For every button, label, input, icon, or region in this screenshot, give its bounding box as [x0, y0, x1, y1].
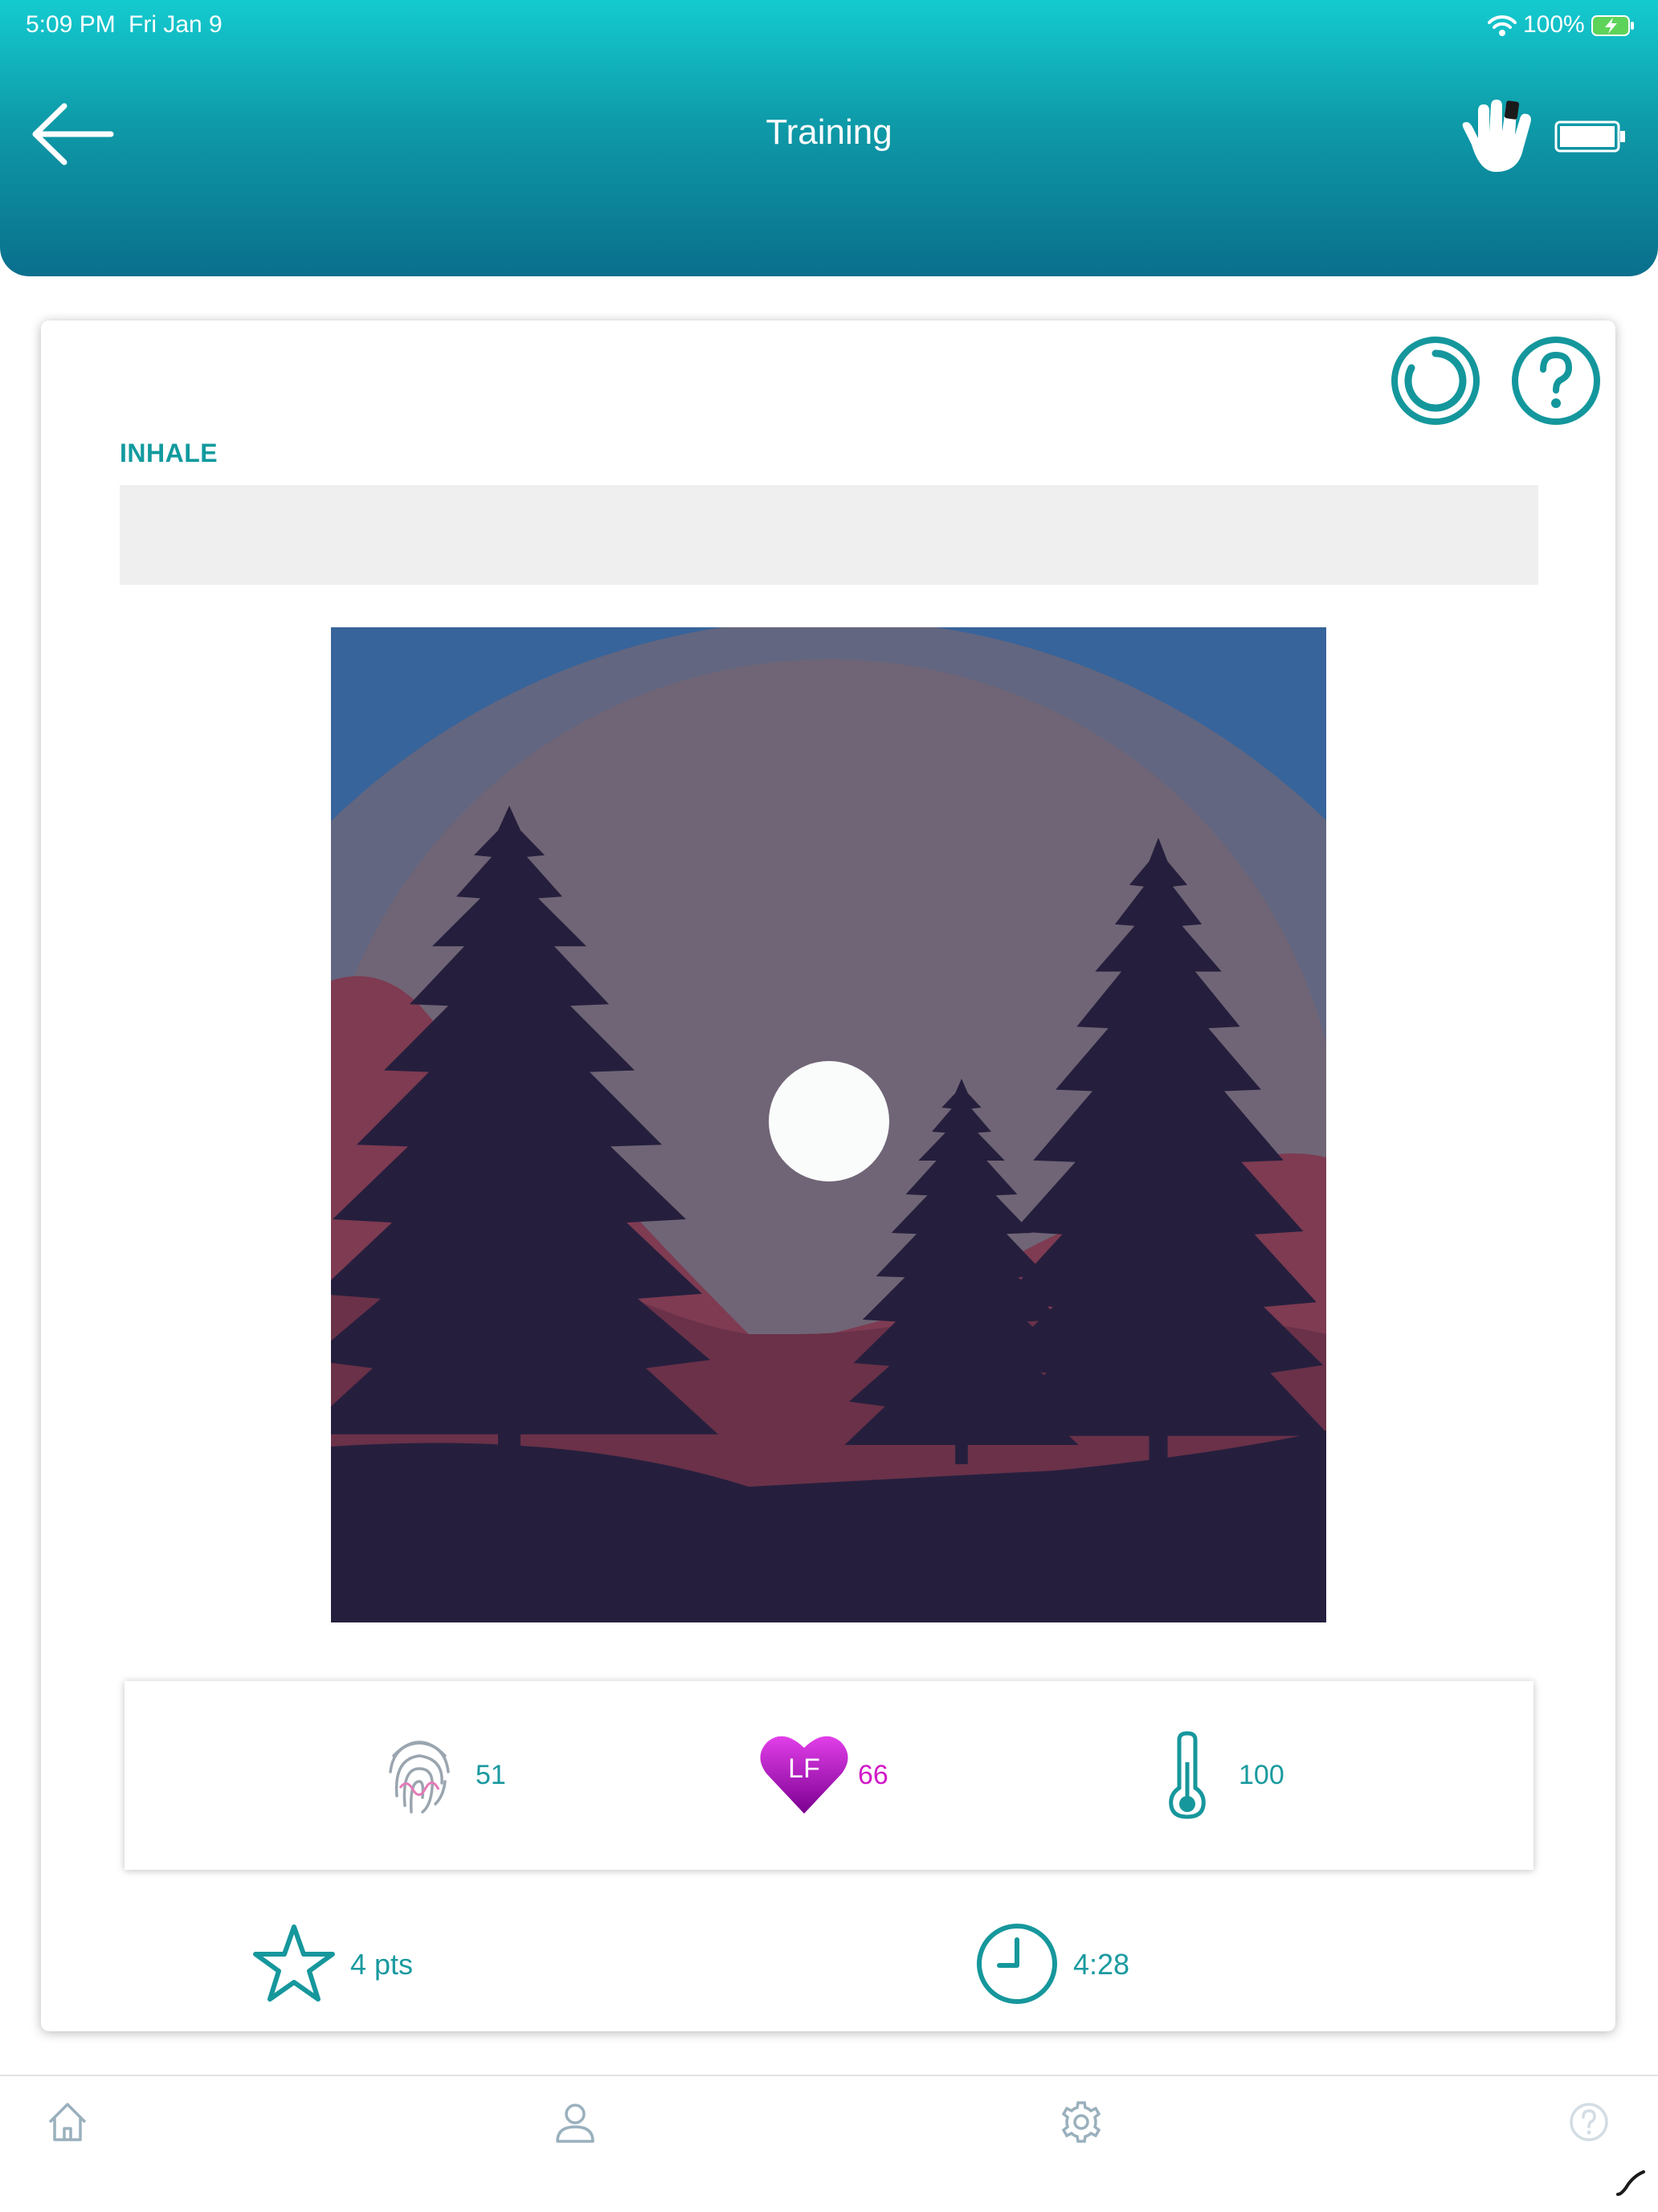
breathing-scene-illustration	[331, 627, 1326, 1622]
app-header: 5:09 PM Fri Jan 9 100% Training	[0, 0, 1658, 276]
status-time: 5:09 PM	[26, 11, 116, 38]
battery-charging-icon	[1591, 15, 1634, 36]
status-date: Fri Jan 9	[129, 11, 223, 38]
reset-icon[interactable]	[1391, 336, 1480, 426]
elapsed-time-value: 4:28	[1073, 1948, 1130, 1981]
breathing-progress-track	[120, 485, 1538, 585]
clock-icon	[977, 1924, 1057, 2004]
star-icon	[253, 1924, 335, 2002]
help-tab-icon[interactable]	[1566, 2100, 1611, 2145]
heart-icon: LF	[760, 1736, 848, 1814]
help-icon[interactable]	[1511, 336, 1601, 426]
status-battery-percent: 100%	[1523, 11, 1585, 38]
fingerprint-icon	[389, 1741, 450, 1814]
device-battery-icon	[1554, 120, 1625, 153]
points-value: 4 pts	[350, 1948, 414, 1981]
hand-sensor-icon[interactable]	[1456, 100, 1536, 177]
page-title: Training	[766, 112, 892, 152]
hrv-value: 51	[476, 1760, 506, 1790]
thermometer-icon	[1169, 1731, 1206, 1819]
tab-bar	[0, 2075, 1658, 2212]
settings-gear-icon[interactable]	[1059, 2100, 1104, 2145]
home-icon[interactable]	[45, 2100, 90, 2145]
temperature-value: 100	[1239, 1760, 1284, 1790]
heart-rate-value: 66	[858, 1760, 888, 1790]
breathing-phase-label: INHALE	[120, 439, 218, 467]
profile-icon[interactable]	[553, 2100, 598, 2145]
breathing-ball	[769, 1061, 889, 1182]
wifi-icon	[1488, 15, 1517, 36]
hr-band-label: LF	[788, 1753, 820, 1784]
drag-corner-handle[interactable]	[1615, 2169, 1647, 2198]
